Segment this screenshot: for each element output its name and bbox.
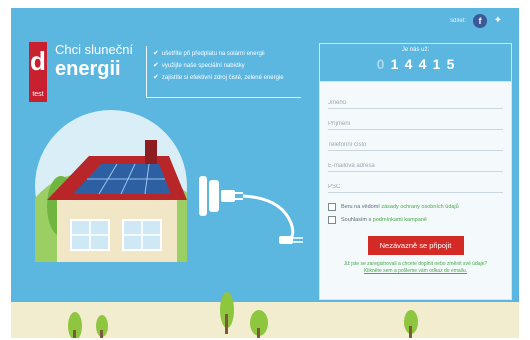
window-icon: [70, 219, 110, 251]
window-icon: [122, 219, 162, 251]
email-field: [328, 151, 503, 172]
privacy-link[interactable]: zásady ochrany osobních údajů: [381, 204, 458, 210]
chimney: [145, 140, 157, 164]
counter-digit: 4: [404, 56, 413, 72]
zip-input[interactable]: [328, 184, 503, 190]
email-input[interactable]: [328, 163, 503, 169]
last-name-input[interactable]: [328, 121, 503, 127]
socket-plug-icon: [279, 236, 303, 244]
consent-checks: Beru na vědomí zásady ochrany osobních ú…: [320, 193, 511, 224]
page: sdílet: f ✦ d test Chci sluneční energii…: [0, 0, 530, 340]
consent-privacy: Beru na vědomí zásady ochrany osobních ú…: [328, 203, 503, 211]
counter-label: Je nás už:: [401, 47, 430, 53]
first-name-field: [328, 88, 503, 109]
plug-icon: [199, 176, 243, 216]
phone-field: [328, 130, 503, 151]
consent-terms: Souhlasím s podmínkami kampaně: [328, 216, 503, 224]
zip-field: [328, 172, 503, 193]
join-button[interactable]: Nezávazně se připojit: [367, 236, 464, 255]
last-name-field: [328, 109, 503, 130]
counter-digit: 5: [446, 56, 455, 72]
counter-digit: 0: [376, 56, 385, 72]
counter-box: Je nás už: 0 1 4 4 1 5: [320, 44, 511, 82]
form-fields: [320, 82, 511, 193]
counter-digit: 4: [418, 56, 427, 72]
counter-digit: 1: [432, 56, 441, 72]
phone-input[interactable]: [328, 142, 503, 148]
counter-digit: 1: [390, 56, 399, 72]
registered-note-text: Již jste se zaregistrovali a chcete dopl…: [343, 261, 488, 267]
terms-link[interactable]: podmínkami kampaně: [373, 217, 427, 223]
counter-digits: 0 1 4 4 1 5: [320, 56, 511, 72]
hero-scene: sdílet: f ✦ d test Chci sluneční energii…: [11, 8, 519, 338]
signup-form: Je nás už: 0 1 4 4 1 5 Jméno Příjmení Te…: [319, 43, 512, 300]
first-name-input[interactable]: [328, 100, 503, 106]
power-cable: [242, 194, 295, 244]
registered-note: Již jste se zaregistrovali a chcete dopl…: [320, 261, 511, 275]
email-link[interactable]: Klikněte sem a pošleme vám odkaz do emai…: [320, 268, 511, 275]
terms-checkbox[interactable]: [328, 216, 336, 224]
privacy-checkbox[interactable]: [328, 203, 336, 211]
